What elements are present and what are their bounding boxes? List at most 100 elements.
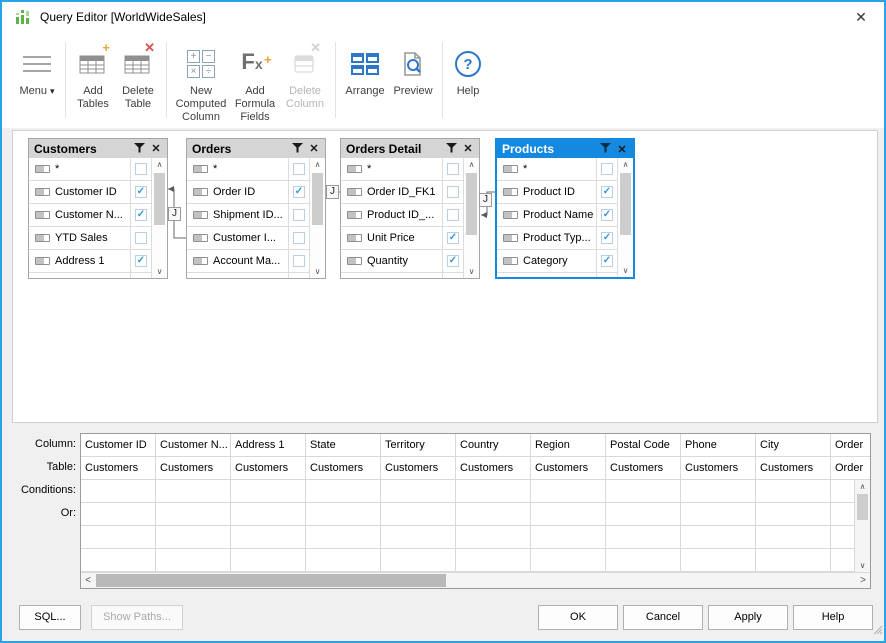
grid-cell-or[interactable]: [681, 503, 755, 526]
grid-cell-table[interactable]: Customers: [306, 457, 380, 480]
field-checkbox[interactable]: ✓: [601, 255, 613, 267]
ok-button[interactable]: OK: [538, 605, 618, 630]
grid-cell-conditions[interactable]: [306, 480, 380, 503]
grid-cell-column[interactable]: Region: [531, 434, 605, 457]
grid-cell[interactable]: [456, 526, 530, 549]
scroll-down-icon[interactable]: ∨: [855, 559, 870, 572]
filter-icon[interactable]: [598, 140, 612, 158]
field-checkbox[interactable]: [447, 186, 459, 198]
field-checkbox[interactable]: [293, 163, 305, 175]
grid-cell[interactable]: [456, 549, 530, 572]
field-checkbox[interactable]: ✓: [601, 209, 613, 221]
grid-cell-column[interactable]: Customer ID: [81, 434, 155, 457]
grid-cell-table[interactable]: Customers: [81, 457, 155, 480]
grid-cell-column[interactable]: Customer N...: [156, 434, 230, 457]
field-checkbox[interactable]: [135, 163, 147, 175]
field-checkbox[interactable]: [293, 255, 305, 267]
grid-cell[interactable]: [756, 526, 830, 549]
panel-scrollbar[interactable]: ∧ ∨: [151, 158, 167, 278]
field-row[interactable]: Category✓: [497, 250, 617, 273]
field-checkbox[interactable]: ✓: [135, 255, 147, 267]
grid-cell[interactable]: [681, 549, 755, 572]
field-row[interactable]: Product ID_...: [341, 204, 463, 227]
table-panel-orders[interactable]: Orders ✕ * Order ID✓ Shipment ID... Cust…: [186, 138, 326, 279]
grid-cell-table[interactable]: Customers: [381, 457, 455, 480]
grid-cell-table[interactable]: Customers: [606, 457, 680, 480]
field-row[interactable]: Product Typ...✓: [497, 227, 617, 250]
grid-cell[interactable]: [81, 526, 155, 549]
scroll-up-icon[interactable]: ∧: [152, 158, 167, 171]
field-checkbox[interactable]: [293, 209, 305, 221]
field-row[interactable]: *: [341, 158, 463, 181]
field-row[interactable]: Customer ID✓: [29, 181, 151, 204]
scroll-right-icon[interactable]: >: [856, 573, 870, 588]
grid-cell-or[interactable]: [381, 503, 455, 526]
grid-cell[interactable]: [231, 526, 305, 549]
field-row[interactable]: *: [497, 158, 617, 181]
panel-header[interactable]: Customers ✕: [29, 139, 167, 158]
grid-cell-or[interactable]: [531, 503, 605, 526]
grid-cell-or[interactable]: [606, 503, 680, 526]
panel-scrollbar[interactable]: ∧ ∨: [309, 158, 325, 278]
field-row[interactable]: Address 1✓: [29, 250, 151, 273]
scroll-down-icon[interactable]: ∨: [310, 265, 325, 278]
grid-cell-table[interactable]: Order: [831, 457, 871, 480]
arrange-button[interactable]: Arrange: [341, 43, 389, 98]
panel-scrollbar[interactable]: ∧ ∨: [463, 158, 479, 278]
grid-cell[interactable]: [231, 549, 305, 572]
grid-cell[interactable]: [381, 549, 455, 572]
scroll-thumb[interactable]: [857, 494, 868, 520]
grid-cell-table[interactable]: Customers: [231, 457, 305, 480]
grid-cell[interactable]: [156, 549, 230, 572]
scroll-thumb[interactable]: [312, 173, 323, 225]
field-row[interactable]: Unit Price✓: [341, 227, 463, 250]
add-tables-button[interactable]: + Add Tables: [71, 43, 115, 111]
grid-cell-or[interactable]: [306, 503, 380, 526]
scroll-thumb[interactable]: [620, 173, 631, 235]
scroll-up-icon[interactable]: ∧: [310, 158, 325, 171]
scroll-up-icon[interactable]: ∧: [855, 480, 870, 493]
help-footer-button[interactable]: Help: [793, 605, 873, 630]
grid-cell-conditions[interactable]: [606, 480, 680, 503]
scroll-up-icon[interactable]: ∧: [464, 158, 479, 171]
field-row[interactable]: Customer N...✓: [29, 204, 151, 227]
grid-cell-table[interactable]: Customers: [456, 457, 530, 480]
scroll-up-icon[interactable]: ∧: [618, 158, 633, 171]
menu-button[interactable]: Menu ▾: [14, 43, 60, 98]
filter-icon[interactable]: [444, 140, 458, 158]
grid-cell[interactable]: [531, 549, 605, 572]
grid-cell-column[interactable]: Postal Code: [606, 434, 680, 457]
grid-cell[interactable]: [306, 526, 380, 549]
grid-cell[interactable]: [681, 526, 755, 549]
grid-cell[interactable]: [606, 549, 680, 572]
grid-cell-or[interactable]: [156, 503, 230, 526]
table-panel-products[interactable]: Products ✕ * Product ID✓ Product Name✓ P…: [495, 138, 635, 279]
scroll-down-icon[interactable]: ∨: [618, 264, 633, 277]
filter-icon[interactable]: [132, 140, 146, 158]
close-icon[interactable]: ✕: [308, 142, 320, 155]
field-checkbox[interactable]: ✓: [135, 209, 147, 221]
field-checkbox[interactable]: ✓: [601, 232, 613, 244]
grid-cell-conditions[interactable]: [531, 480, 605, 503]
field-row[interactable]: *: [29, 158, 151, 181]
field-checkbox[interactable]: ✓: [601, 186, 613, 198]
cancel-button[interactable]: Cancel: [623, 605, 703, 630]
grid-cell-conditions[interactable]: [231, 480, 305, 503]
grid-cell-column[interactable]: Territory: [381, 434, 455, 457]
grid-cell-table[interactable]: Customers: [156, 457, 230, 480]
field-row[interactable]: Account Ma...: [187, 250, 309, 273]
close-icon[interactable]: ✕: [150, 142, 162, 155]
grid-cell-column[interactable]: Country: [456, 434, 530, 457]
grid-cell[interactable]: [381, 526, 455, 549]
field-row-partial[interactable]: Order Date: [187, 273, 309, 278]
grid-cell-column[interactable]: State: [306, 434, 380, 457]
grid-cell-or[interactable]: [756, 503, 830, 526]
grid-cell-or[interactable]: [456, 503, 530, 526]
field-row-partial[interactable]: Price: [497, 273, 617, 277]
grid-cell-table[interactable]: Customers: [531, 457, 605, 480]
grid-cell-conditions[interactable]: [756, 480, 830, 503]
field-row[interactable]: Product ID✓: [497, 181, 617, 204]
field-checkbox[interactable]: [601, 163, 613, 175]
grid-vertical-scrollbar[interactable]: ∧ ∨: [854, 480, 870, 572]
field-row[interactable]: Customer I...: [187, 227, 309, 250]
